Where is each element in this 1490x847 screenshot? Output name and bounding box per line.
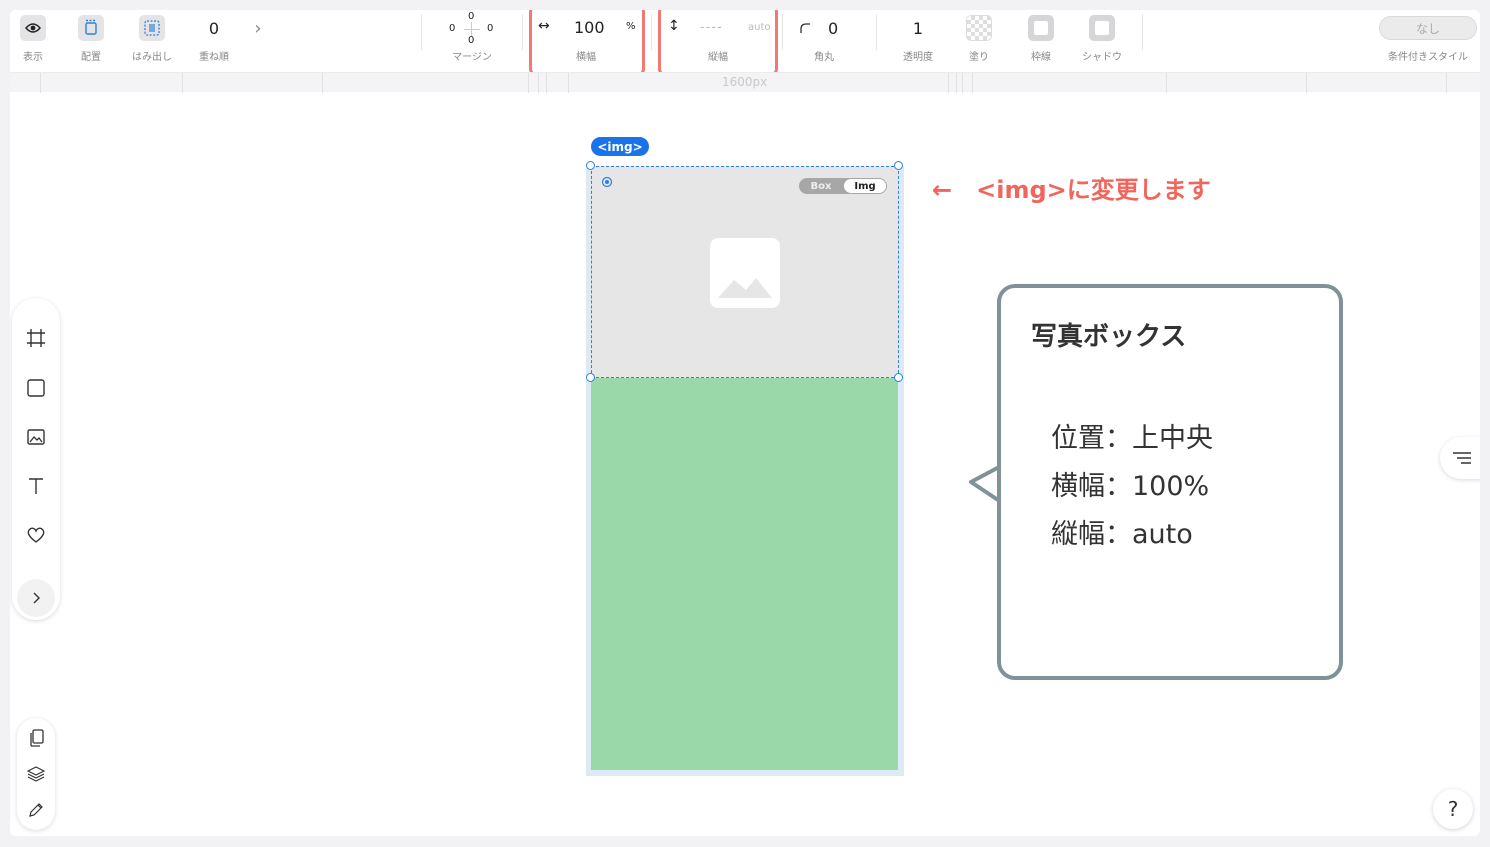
layers-tool[interactable]	[26, 764, 46, 784]
callout-line-position: 位置：上中央	[1051, 423, 1213, 454]
photo-box-callout: 写真ボックス 位置：上中央 横幅：100% 縦幅：auto	[997, 284, 1343, 680]
radius-control[interactable]: 0 角丸	[796, 10, 852, 72]
copy-icon	[30, 729, 44, 747]
toolbar-more-button[interactable]: ›	[250, 10, 266, 72]
shadow-control[interactable]: シャドウ	[1076, 10, 1128, 72]
placement-control[interactable]: 配置	[74, 10, 108, 72]
shadow-label: シャドウ	[1082, 52, 1122, 63]
border-label: 枠線	[1031, 52, 1051, 63]
corner-radius-icon	[800, 23, 810, 33]
expand-palette-button[interactable]	[17, 579, 55, 617]
divider	[782, 14, 783, 50]
pencil-icon	[29, 803, 43, 817]
edit-tool[interactable]	[26, 800, 46, 820]
placement-label: 配置	[81, 52, 101, 63]
width-highlight	[529, 10, 645, 76]
margin-label: マージン	[452, 52, 492, 63]
resize-handle-top-right[interactable]	[894, 161, 903, 170]
outline-panel-button[interactable]	[1440, 437, 1480, 479]
outline-list-icon	[1453, 452, 1471, 464]
placement-icon	[78, 15, 104, 41]
annotation-text: ← <img>に変更します	[932, 176, 1211, 204]
toggle-option-img[interactable]: Img	[844, 179, 886, 193]
divider	[522, 14, 523, 50]
overflow-label: はみ出し	[132, 52, 172, 63]
frame-tool[interactable]	[24, 326, 48, 350]
anchor-target-icon[interactable]	[601, 176, 613, 188]
height-highlight	[658, 10, 778, 76]
image-tool[interactable]	[24, 425, 48, 449]
conditional-style-label: 条件付きスタイル	[1388, 52, 1468, 63]
square-icon	[27, 379, 45, 397]
opacity-label: 透明度	[903, 52, 933, 63]
margin-crosshair-v	[471, 22, 472, 36]
display-control[interactable]: 表示	[18, 10, 48, 72]
radius-label: 角丸	[814, 52, 834, 63]
divider	[1142, 14, 1143, 50]
overflow-icon	[139, 15, 165, 41]
fill-label: 塗り	[969, 52, 989, 63]
green-content-box[interactable]	[591, 378, 898, 770]
conditional-style-button[interactable]: なし	[1379, 16, 1477, 40]
margin-top[interactable]: 0	[468, 11, 474, 22]
resize-handle-bottom-left[interactable]	[586, 373, 595, 382]
zorder-value[interactable]: 0	[209, 10, 219, 46]
fill-control[interactable]: 塗り	[962, 10, 996, 72]
help-button[interactable]: ?	[1433, 789, 1473, 829]
left-tool-palette	[12, 298, 60, 620]
radius-value[interactable]: 0	[828, 19, 838, 38]
conditional-style-control[interactable]: なし 条件付きスタイル	[1378, 10, 1478, 72]
margin-control[interactable]: 0 0 0 0 マージン	[442, 10, 502, 72]
callout-line-width: 横幅：100%	[1051, 471, 1210, 502]
heart-icon	[27, 527, 45, 543]
toggle-option-box[interactable]: Box	[799, 178, 843, 194]
resize-handle-bottom-right[interactable]	[894, 373, 903, 382]
text-icon	[29, 478, 43, 494]
divider	[421, 14, 422, 50]
frame-icon	[27, 329, 45, 347]
margin-crosshair	[464, 29, 480, 30]
margin-left[interactable]: 0	[449, 23, 455, 34]
layers-icon	[27, 766, 45, 782]
margin-bottom[interactable]: 0	[468, 35, 474, 46]
callout-title: 写真ボックス	[1031, 322, 1187, 352]
element-tag-badge: <img>	[591, 137, 649, 156]
zorder-label: 重ね順	[199, 52, 229, 63]
divider	[651, 14, 652, 50]
favorite-tool[interactable]	[24, 523, 48, 547]
resize-handle-top-left[interactable]	[586, 161, 595, 170]
display-label: 表示	[23, 52, 43, 63]
copy-tool[interactable]	[26, 728, 46, 748]
image-icon	[27, 429, 45, 445]
app-frame: 表示 配置 はみ出し 0 重ね順 › 0 0 0 0 マージン ↔ 100 % …	[10, 10, 1480, 836]
overflow-control[interactable]: はみ出し	[128, 10, 176, 72]
shadow-icon	[1089, 15, 1115, 41]
transparent-fill-icon	[966, 15, 992, 41]
chevron-right-icon	[33, 592, 40, 604]
margin-right[interactable]: 0	[487, 23, 493, 34]
image-placeholder-icon	[710, 238, 780, 308]
text-tool[interactable]	[24, 474, 48, 498]
eye-icon	[20, 15, 46, 41]
box-img-toggle[interactable]: Box Img	[799, 178, 887, 194]
ruler: 1600px	[10, 72, 1480, 93]
box-tool[interactable]	[24, 376, 48, 400]
ruler-width-label: 1600px	[722, 75, 768, 89]
opacity-control[interactable]: 1 透明度	[898, 10, 938, 72]
divider	[876, 14, 877, 50]
bottom-tool-palette	[17, 718, 55, 830]
border-icon	[1028, 15, 1054, 41]
chevron-right-icon: ›	[254, 17, 262, 39]
callout-line-height: 縦幅：auto	[1051, 519, 1193, 550]
opacity-value[interactable]: 1	[913, 10, 923, 46]
border-control[interactable]: 枠線	[1024, 10, 1058, 72]
zorder-control[interactable]: 0 重ね順	[194, 10, 234, 72]
